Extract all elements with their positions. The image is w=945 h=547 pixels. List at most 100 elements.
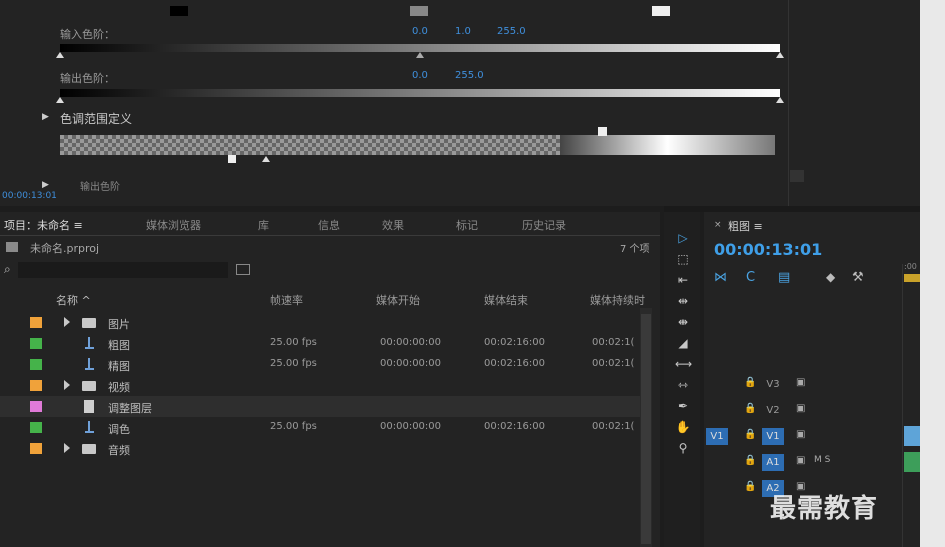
tab-media-browser[interactable]: 媒体浏览器: [146, 217, 201, 233]
label-color-swatch[interactable]: [30, 317, 42, 328]
black-swatch[interactable]: [170, 6, 188, 16]
col-media-duration[interactable]: 媒体持续时: [590, 292, 645, 308]
gray-swatch[interactable]: [410, 6, 428, 16]
expand-arrow-icon[interactable]: [64, 317, 70, 327]
zoom-icon[interactable]: ⚲: [675, 440, 691, 456]
tab-markers[interactable]: 标记: [456, 217, 478, 233]
project-item-row[interactable]: 视频: [0, 375, 640, 396]
item-name[interactable]: 图片: [108, 316, 130, 332]
track-label[interactable]: V2: [762, 402, 784, 419]
project-item-row[interactable]: 精图 25.00 fps 00:00:00:00 00:02:16:00 00:02:1…: [0, 354, 640, 375]
lock-icon[interactable]: 🔒: [744, 481, 756, 492]
timeline-clip[interactable]: [904, 426, 920, 446]
tone-range-bottom-arrow[interactable]: [262, 156, 270, 162]
label-color-swatch[interactable]: [30, 380, 42, 391]
track-label[interactable]: A1: [762, 454, 784, 471]
label-color-swatch[interactable]: [30, 401, 42, 412]
project-item-row[interactable]: 粗图 25.00 fps 00:00:00:00 00:02:16:00 00:02:1…: [0, 333, 640, 354]
project-item-row[interactable]: 调整图层: [0, 396, 640, 417]
search-input[interactable]: [18, 262, 228, 278]
item-name[interactable]: 粗图: [108, 337, 130, 353]
linked-selection-icon[interactable]: C: [746, 270, 755, 285]
lock-icon[interactable]: 🔒: [744, 377, 756, 388]
item-name[interactable]: 音频: [108, 442, 130, 458]
lock-icon[interactable]: 🔒: [744, 403, 756, 414]
rate-stretch-icon[interactable]: ⇼: [675, 314, 691, 330]
label-color-swatch[interactable]: [30, 422, 42, 433]
track-header-v2[interactable]: 🔒 V2 ▣: [704, 398, 920, 422]
expand-arrow-icon[interactable]: [64, 443, 70, 453]
marker-icon[interactable]: ◆: [826, 270, 835, 284]
track-label[interactable]: V3: [762, 376, 784, 393]
toggle-output-icon[interactable]: ▣: [796, 403, 805, 414]
timeline-title[interactable]: 粗图 ≡: [728, 218, 763, 234]
slide-icon[interactable]: ⇿: [675, 377, 691, 393]
output-black-handle[interactable]: [56, 97, 64, 103]
output-black-value[interactable]: 0.0: [412, 70, 428, 81]
label-color-swatch[interactable]: [30, 359, 42, 370]
item-name[interactable]: 视频: [108, 379, 130, 395]
selection-tool-icon[interactable]: ▷: [675, 230, 691, 246]
project-item-row[interactable]: 调色 25.00 fps 00:00:00:00 00:02:16:00 00:02:1…: [0, 417, 640, 438]
expand-arrow-icon[interactable]: [64, 380, 70, 390]
rolling-edit-icon[interactable]: ⇹: [675, 293, 691, 309]
ripple-edit-icon[interactable]: ⇤: [675, 272, 691, 288]
project-item-row[interactable]: 图片: [0, 312, 640, 333]
input-gamma-value[interactable]: 1.0: [455, 26, 471, 37]
output-white-handle[interactable]: [776, 97, 784, 103]
toggle-output-icon[interactable]: ▣: [796, 377, 805, 388]
track-select-icon[interactable]: ⬚: [675, 251, 691, 267]
timeline-timecode[interactable]: 00:00:13:01: [714, 240, 822, 259]
mute-solo-labels[interactable]: M S: [814, 455, 830, 465]
tab-libraries[interactable]: 库: [258, 217, 269, 233]
item-name[interactable]: 调整图层: [108, 400, 152, 416]
col-media-end[interactable]: 媒体结束: [484, 292, 528, 308]
snap-icon[interactable]: ⋈: [714, 270, 727, 285]
slip-icon[interactable]: ⟷: [675, 356, 692, 372]
pen-icon[interactable]: ✒: [675, 398, 691, 414]
col-frame-rate[interactable]: 帧速率: [270, 292, 303, 308]
wrench-icon[interactable]: ⚒: [852, 270, 864, 285]
toggle-output-icon[interactable]: ▣: [796, 429, 805, 440]
tone-range-bottom-handle[interactable]: [228, 155, 236, 163]
partial-disclosure-icon[interactable]: ▶: [42, 180, 49, 190]
close-icon[interactable]: ×: [714, 220, 722, 230]
input-black-handle[interactable]: [56, 52, 64, 58]
source-patch[interactable]: V1: [706, 428, 728, 445]
tab-effects[interactable]: 效果: [382, 217, 404, 233]
label-color-swatch[interactable]: [30, 443, 42, 454]
col-media-start[interactable]: 媒体开始: [376, 292, 420, 308]
hand-icon[interactable]: ✋: [675, 419, 691, 435]
item-name[interactable]: 调色: [108, 421, 130, 437]
output-white-value[interactable]: 255.0: [455, 70, 484, 81]
input-white-value[interactable]: 255.0: [497, 26, 526, 37]
tab-project[interactable]: 项目：未命名 ≡: [4, 217, 83, 233]
label-color-swatch[interactable]: [30, 338, 42, 349]
track-header-a1[interactable]: 🔒 A1 ▣ M S: [704, 450, 920, 474]
effect-timecode[interactable]: 00:00:13:01: [2, 191, 57, 201]
input-black-value[interactable]: 0.0: [412, 26, 428, 37]
tab-info[interactable]: 信息: [318, 217, 340, 233]
item-name[interactable]: 精图: [108, 358, 130, 374]
timeline-clip[interactable]: [904, 452, 920, 472]
input-gamma-handle[interactable]: [416, 52, 424, 58]
scroll-thumb[interactable]: [790, 170, 804, 182]
project-item-row[interactable]: 音频: [0, 438, 640, 459]
razor-icon[interactable]: ◢: [675, 335, 691, 351]
lock-icon[interactable]: 🔒: [744, 455, 756, 466]
work-area-bar[interactable]: [904, 274, 920, 282]
tab-history[interactable]: 历史记录: [522, 217, 566, 233]
add-marker-icon[interactable]: ▤: [778, 270, 790, 285]
new-bin-icon[interactable]: [236, 264, 250, 275]
lock-icon[interactable]: 🔒: [744, 429, 756, 440]
col-name[interactable]: 名称 ^: [56, 292, 91, 308]
white-swatch[interactable]: [652, 6, 670, 16]
tone-range-top-handle[interactable]: [598, 127, 607, 136]
input-white-handle[interactable]: [776, 52, 784, 58]
track-header-v1[interactable]: V1 🔒 V1 ▣: [704, 424, 920, 448]
track-header-v3[interactable]: 🔒 V3 ▣: [704, 372, 920, 396]
track-label[interactable]: V1: [762, 428, 784, 445]
disclosure-triangle-icon[interactable]: ▶: [42, 112, 49, 122]
toggle-output-icon[interactable]: ▣: [796, 455, 805, 466]
project-scroll-thumb[interactable]: [641, 314, 651, 544]
